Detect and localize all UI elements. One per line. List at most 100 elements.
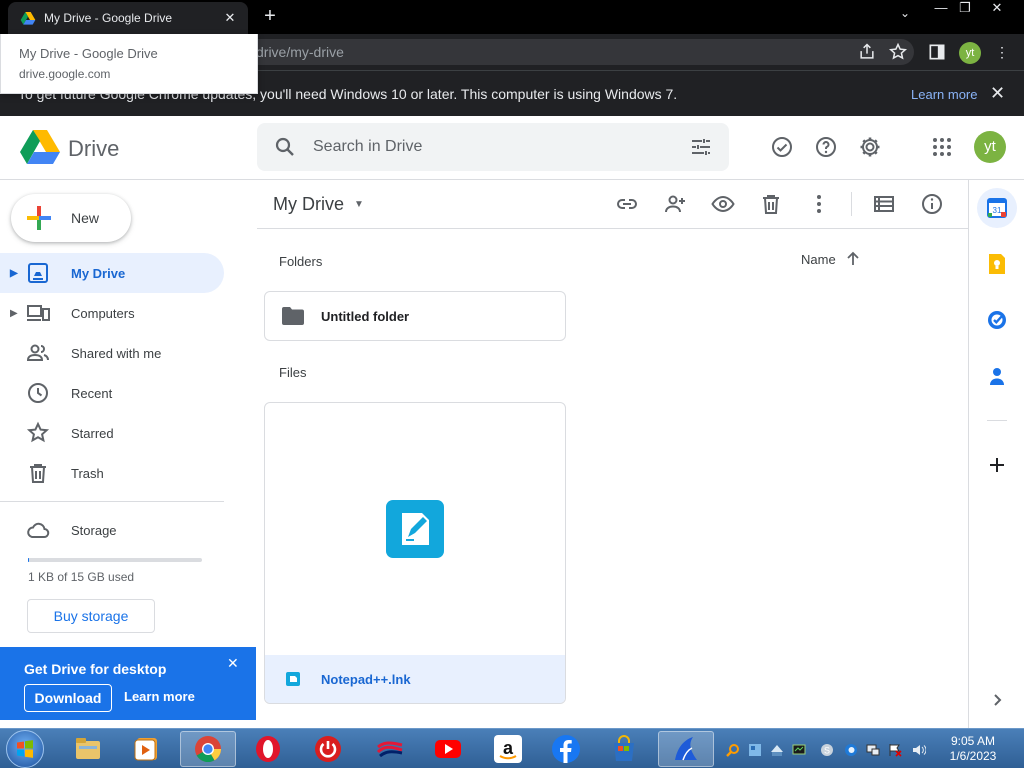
side-panel-icon[interactable]	[927, 42, 947, 62]
more-actions-icon[interactable]	[807, 192, 831, 216]
sidebar-item-starred[interactable]: Starred	[0, 413, 224, 453]
taskbar-chrome[interactable]	[180, 731, 236, 767]
tray-skype-icon[interactable]: S	[820, 743, 834, 757]
expand-caret-icon[interactable]: ▶	[10, 308, 18, 319]
settings-gear-icon[interactable]	[858, 135, 882, 159]
taskbar-media-player[interactable]	[118, 731, 174, 767]
promo-download-button[interactable]: Download	[24, 684, 112, 712]
preview-eye-icon[interactable]	[711, 192, 735, 216]
start-button[interactable]	[6, 730, 44, 768]
sidebar-item-label: Trash	[71, 465, 104, 481]
tray-volume-icon[interactable]	[912, 743, 926, 757]
taskbar-active-app[interactable]	[658, 731, 714, 767]
taskbar-store[interactable]	[596, 731, 652, 767]
share-add-person-icon[interactable]	[663, 192, 687, 216]
browser-profile-avatar[interactable]: yt	[959, 42, 981, 64]
remove-trash-icon[interactable]	[759, 192, 783, 216]
power-icon	[315, 736, 341, 762]
cloud-icon	[27, 522, 50, 538]
app-name[interactable]: Drive	[68, 136, 119, 162]
sidebar-item-label: Computers	[71, 305, 135, 321]
offline-ready-icon[interactable]	[770, 135, 794, 159]
browser-tab-strip: My Drive - Google Drive ✕ + ⌄ — ❐ ✕	[0, 0, 1024, 34]
tray-monitor-icon[interactable]	[792, 743, 806, 757]
infobar-close-button[interactable]: ✕	[990, 83, 1005, 104]
taskbar-facebook[interactable]	[538, 731, 594, 767]
sort-ascending-arrow-icon[interactable]	[844, 250, 862, 268]
browser-tab[interactable]: My Drive - Google Drive ✕	[8, 2, 248, 34]
taskbar-power[interactable]	[300, 731, 356, 767]
list-view-icon[interactable]	[872, 192, 896, 216]
get-add-ons-plus-icon[interactable]	[985, 453, 1009, 477]
tray-action-center-flag-icon[interactable]	[888, 743, 902, 757]
new-button[interactable]: New	[11, 194, 131, 242]
sidebar-item-label: Shared with me	[71, 345, 162, 361]
svg-text:a: a	[503, 738, 514, 758]
tray-edge-icon[interactable]	[844, 743, 858, 757]
share-icon[interactable]	[857, 42, 877, 62]
taskbar-amazon[interactable]: a	[480, 731, 536, 767]
new-tab-button[interactable]: +	[258, 4, 282, 28]
sort-by-name-button[interactable]: Name	[801, 252, 836, 267]
promo-learn-more-link[interactable]: Learn more	[124, 689, 195, 704]
bookmark-star-icon[interactable]	[888, 42, 908, 62]
tab-hover-domain: drive.google.com	[19, 67, 111, 81]
opera-icon	[256, 736, 280, 762]
browser-tab-close-button[interactable]: ✕	[222, 10, 238, 26]
browser-menu-icon[interactable]: ⋮	[992, 42, 1012, 62]
buy-storage-button[interactable]: Buy storage	[27, 599, 155, 633]
taskbar-youtube[interactable]	[420, 731, 476, 767]
taskbar-clock[interactable]: 9:05 AM 1/6/2023	[940, 734, 1006, 764]
main-content: My Drive ▼ Folders Name Untitled folder …	[257, 180, 968, 728]
restore-button[interactable]: ❐	[950, 0, 980, 18]
tray-display-icon[interactable]	[866, 743, 880, 757]
tray-search-icon[interactable]	[726, 743, 740, 757]
shortcut-file-icon	[286, 672, 300, 686]
browser-tab-title: My Drive - Google Drive	[44, 11, 173, 25]
get-link-icon[interactable]	[615, 192, 639, 216]
sidebar-item-computers[interactable]: ▶ Computers	[0, 293, 224, 333]
tray-app-icon[interactable]	[748, 743, 762, 757]
file-card[interactable]: Notepad++.lnk	[264, 402, 566, 704]
taskbar-explorer[interactable]	[60, 731, 116, 767]
side-panel: 31	[968, 180, 1024, 728]
youtube-icon	[435, 740, 461, 758]
drive-logo-icon[interactable]	[20, 128, 60, 164]
taskbar-bank-of-america[interactable]	[362, 731, 418, 767]
folder-icon	[282, 307, 304, 325]
tasks-icon[interactable]	[985, 308, 1009, 332]
expand-panel-chevron-icon[interactable]	[985, 688, 1009, 712]
promo-close-button[interactable]: ✕	[227, 655, 239, 672]
help-icon[interactable]	[814, 135, 838, 159]
clock-icon	[28, 383, 48, 403]
shared-people-icon	[26, 344, 49, 361]
details-info-icon[interactable]	[920, 192, 944, 216]
folder-card[interactable]: Untitled folder	[264, 291, 566, 341]
file-card-footer[interactable]: Notepad++.lnk	[265, 655, 565, 703]
keep-notes-icon[interactable]	[985, 252, 1009, 276]
sidebar-item-storage[interactable]: Storage	[0, 510, 224, 550]
store-bag-icon	[614, 735, 634, 761]
sidebar-item-shared-with-me[interactable]: Shared with me	[0, 333, 224, 373]
account-avatar[interactable]: yt	[974, 131, 1006, 163]
tray-network-drive-icon[interactable]	[770, 743, 784, 757]
infobar-learn-more-link[interactable]: Learn more	[911, 87, 977, 102]
search-input[interactable]	[313, 135, 673, 159]
sidebar-item-recent[interactable]: Recent	[0, 373, 224, 413]
expand-caret-icon[interactable]: ▶	[10, 268, 18, 279]
breadcrumb[interactable]: My Drive ▼	[273, 194, 364, 215]
search-icon[interactable]	[273, 135, 297, 159]
google-apps-grid-icon[interactable]	[930, 135, 954, 159]
contacts-icon[interactable]	[985, 364, 1009, 388]
window-close-button[interactable]: ✕	[982, 0, 1012, 18]
sidebar-item-my-drive[interactable]: ▶ My Drive	[0, 253, 224, 293]
file-name: Notepad++.lnk	[321, 672, 411, 687]
sidebar-item-trash[interactable]: Trash	[0, 453, 224, 493]
side-panel-divider	[987, 420, 1007, 421]
taskbar-opera[interactable]	[240, 731, 296, 767]
sidebar-item-label: Starred	[71, 425, 114, 441]
tab-search-chevron-icon[interactable]: ⌄	[895, 6, 915, 20]
calendar-icon: 31	[987, 198, 1007, 218]
calendar-app-button[interactable]: 31	[977, 188, 1017, 228]
search-options-icon[interactable]	[689, 135, 713, 159]
